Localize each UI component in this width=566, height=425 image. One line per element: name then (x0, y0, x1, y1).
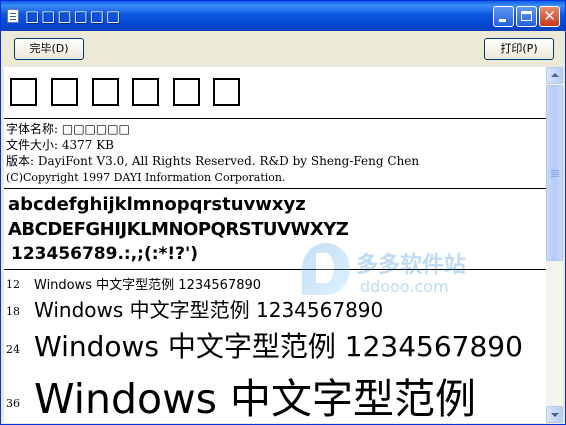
missing-glyph-box: □ (51, 78, 78, 106)
missing-glyph-box: □ (173, 78, 200, 106)
uppercase-sample: ABCDEFGHIJKLMNOPQRSTUVWXYZ (8, 219, 349, 240)
missing-glyph-box: □ (213, 78, 240, 106)
missing-glyph-box: □ (132, 78, 159, 106)
document-icon (7, 9, 19, 23)
size-sample-36: Windows 中文字型范例 (34, 375, 477, 423)
close-button[interactable]: ✕ (539, 6, 560, 27)
size-sample-12: Windows 中文字型范例 1234567890 (34, 278, 262, 293)
divider (4, 188, 546, 189)
font-preview-pane[interactable]: □ □ □ □ □ □ 字体名称: □□□□□□ 文件大小: 4377 KB 版… (4, 67, 546, 423)
font-viewer-window: □□□□□□ ✕ 完毕(D) 打印(P) □ □ □ □ □ □ 字体名称: □… (0, 0, 566, 425)
maximize-icon (521, 11, 532, 21)
size-label-24: 24 (6, 343, 20, 356)
maximize-button[interactable] (516, 6, 537, 27)
window-title: □□□□□□ (25, 7, 123, 25)
scrollbar-thumb[interactable] (546, 85, 563, 261)
title-bar[interactable]: □□□□□□ ✕ (1, 1, 565, 31)
arrow-up-icon (551, 73, 559, 77)
size-sample-18: Windows 中文字型范例 1234567890 (34, 298, 384, 322)
done-button[interactable]: 完毕(D) (14, 38, 84, 60)
font-name-line: 字体名称: □□□□□□ (6, 122, 130, 136)
minimize-button[interactable] (493, 6, 514, 27)
minimize-icon (499, 19, 506, 22)
scroll-up-button[interactable] (546, 67, 563, 84)
size-label-36: 36 (6, 397, 20, 410)
vertical-scrollbar[interactable] (546, 67, 563, 423)
grip-icon (551, 170, 559, 171)
watermark-title: 多多软件站 (356, 253, 467, 278)
missing-glyph-box: □ (92, 78, 119, 106)
digits-sample: 123456789.:,;(:*!?') (11, 244, 199, 264)
arrow-down-icon (551, 413, 559, 417)
scroll-down-button[interactable] (546, 406, 563, 423)
watermark-logo-icon (302, 243, 350, 295)
print-button[interactable]: 打印(P) (484, 38, 554, 60)
copyright-line: (C)Copyright 1997 DAYI Information Corpo… (6, 171, 286, 184)
lowercase-sample: abcdefghijklmnopqrstuvwxyz (8, 194, 306, 215)
file-size-line: 文件大小: 4377 KB (6, 138, 114, 152)
close-icon: ✕ (543, 7, 556, 25)
size-sample-24: Windows 中文字型范例 1234567890 (34, 330, 523, 363)
divider (4, 118, 546, 119)
missing-glyph-box: □ (10, 78, 37, 106)
size-label-12: 12 (6, 278, 20, 291)
size-label-18: 18 (6, 305, 20, 318)
version-line: 版本: DayiFont V3.0, All Rights Reserved. … (6, 154, 420, 168)
